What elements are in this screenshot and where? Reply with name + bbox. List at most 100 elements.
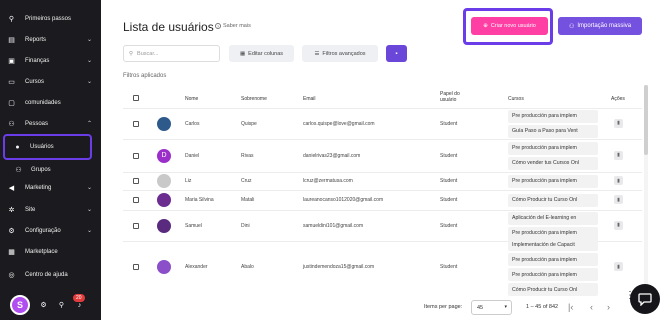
items-per-page-select[interactable]: 45 ▾: [471, 300, 512, 315]
group-icon: ⚇: [15, 167, 22, 174]
edit-columns-button[interactable]: ▦ Editar colunas: [229, 45, 294, 62]
columns-icon: ▦: [239, 50, 246, 57]
sidebar-subitem-label: Usuários: [30, 144, 54, 150]
delete-button[interactable]: ▮: [614, 262, 623, 271]
advanced-filters-button[interactable]: ☰ Filtros avançados: [302, 45, 378, 62]
people-icon: ⚇: [8, 121, 15, 128]
cell-name: Daniel: [185, 152, 200, 159]
cell-role: Student: [440, 120, 458, 127]
header-email[interactable]: Email: [303, 96, 316, 102]
delete-button[interactable]: ▮: [614, 176, 623, 185]
import-button[interactable]: ⚇ Importação massiva: [558, 17, 642, 35]
community-icon: ▢: [8, 100, 15, 107]
course-chip[interactable]: Pre producción para implem: [508, 268, 598, 281]
row-checkbox[interactable]: [133, 264, 139, 270]
support-icon[interactable]: ⚲: [57, 301, 66, 310]
first-page-icon[interactable]: |‹: [568, 302, 573, 312]
avatar: [157, 193, 171, 207]
sidebar-item-marketplace[interactable]: ▦ Marketplace: [0, 243, 101, 261]
sidebar-item-site[interactable]: ✲ Site ⌄: [0, 201, 101, 219]
chevron-down-icon: ⌄: [86, 185, 92, 191]
course-chip[interactable]: Implementación de Capacit: [508, 238, 598, 251]
course-chip[interactable]: Pre producción para implem: [508, 141, 598, 155]
delete-button[interactable]: ▮: [614, 118, 623, 128]
sidebar-item-finan-as[interactable]: ▣ Finanças ⌄: [0, 52, 101, 70]
sidebar-item-reports[interactable]: ▤ Reports ⌄: [0, 31, 101, 49]
edit-columns-label: Editar colunas: [248, 50, 284, 57]
sidebar-item-primeiros-passos[interactable]: ⚲ Primeiros passos: [0, 10, 101, 28]
sidebar-item-comunidades[interactable]: ▢ comunidades: [0, 94, 101, 112]
course-chip[interactable]: Pre producción para implem: [508, 253, 598, 266]
course-chip[interactable]: Pre producción para implem: [508, 109, 598, 123]
sidebar-item-label: Pessoas: [25, 121, 49, 127]
sidebar-item-label: Centro de ajuda: [25, 272, 68, 278]
cell-email: justindemendoza15@gmail.com: [303, 264, 375, 270]
header-name[interactable]: Nome: [185, 96, 198, 102]
row-checkbox[interactable]: [133, 197, 139, 203]
help-link[interactable]: ? Saber mais: [215, 23, 251, 29]
search-input[interactable]: ⚲ Buscar...: [123, 45, 220, 62]
row-checkbox[interactable]: [133, 178, 139, 184]
profile-avatar[interactable]: S: [10, 295, 30, 315]
advanced-filters-label: Filtros avançados: [322, 50, 366, 57]
sidebar-item-label: Cursos: [25, 79, 45, 85]
prev-page-icon[interactable]: ‹: [590, 302, 593, 312]
delete-button[interactable]: ▮: [614, 150, 623, 160]
save-icon: ▪: [395, 50, 398, 57]
cell-name: Liz: [185, 178, 192, 184]
header-role[interactable]: Papel do usuário: [440, 91, 470, 103]
course-chip[interactable]: Cómo vender tus Cursos Onl: [508, 156, 598, 170]
sidebar-footer: S ⚙ ⚲ ♪ 20: [0, 290, 101, 320]
sidebar-subitem-grupos[interactable]: ⚇ Grupos: [8, 161, 91, 179]
cell-role: Student: [440, 222, 458, 229]
items-per-page-label: Items per page:: [424, 304, 463, 310]
header-courses[interactable]: Cursos: [508, 96, 524, 102]
settings-icon[interactable]: ⚙: [39, 301, 48, 310]
select-all-checkbox[interactable]: [133, 95, 139, 101]
chevron-down-icon: ⌄: [86, 58, 92, 64]
sidebar-item-marketing[interactable]: ◀ Marketing ⌄: [0, 179, 101, 197]
create-user-button[interactable]: ⊕ Criar novo usuário: [471, 17, 548, 35]
row-checkbox[interactable]: [133, 222, 139, 229]
row-checkbox[interactable]: [133, 120, 139, 127]
search-icon: ⚲: [129, 50, 134, 57]
delete-button[interactable]: ▮: [614, 220, 623, 230]
settings-icon: ⚙: [8, 228, 15, 235]
cell-email: carlos.quispe@love@gmail.com: [303, 120, 375, 127]
table-scrollbar-thumb[interactable]: [644, 85, 648, 155]
cell-surname: Dini: [241, 222, 250, 229]
delete-button[interactable]: ▮: [614, 195, 623, 204]
avatar: [157, 218, 171, 233]
applied-filters-label: Filtros aplicados: [123, 73, 167, 79]
row-checkbox[interactable]: [133, 152, 139, 159]
cell-role: Student: [440, 178, 458, 184]
course-chip[interactable]: Cómo Producir tu Curso Onl: [508, 283, 598, 296]
create-user-label: Criar novo usuário: [490, 23, 536, 29]
course-chip[interactable]: Pre producción para implem: [508, 174, 598, 188]
sidebar-item-pessoas[interactable]: ⚇ Pessoas ⌃: [0, 115, 101, 133]
add-user-icon: ⚇: [568, 23, 575, 30]
sidebar-item-label: Configuração: [25, 228, 61, 234]
cell-role: Student: [440, 197, 458, 203]
cell-name: Samuel: [185, 222, 202, 229]
save-button[interactable]: ▪: [386, 45, 407, 62]
chevron-up-icon: ⌃: [86, 121, 92, 127]
sidebar-item-cursos[interactable]: ▭ Cursos ⌄: [0, 73, 101, 91]
cell-name: Carlos: [185, 120, 200, 127]
notification-badge: 20: [73, 294, 85, 302]
sidebar-subitem-usuarios[interactable]: ● Usuários: [3, 134, 92, 160]
user-icon: ●: [15, 143, 20, 151]
sidebar-item-label: comunidades: [25, 100, 61, 106]
cell-name: Alexander: [185, 264, 208, 270]
course-chip[interactable]: Aplicación del E-learning en: [508, 211, 598, 225]
sidebar-item-centro-de-ajuda[interactable]: ◎ Centro de ajuda: [0, 266, 101, 284]
course-chip[interactable]: Cómo Producir tu Curso Onl: [508, 193, 598, 207]
next-page-icon[interactable]: ›: [607, 302, 610, 312]
cell-surname: Quispe: [241, 120, 257, 127]
sidebar-item-configura-o[interactable]: ⚙ Configuração ⌄: [0, 222, 101, 240]
help-link-label: Saber mais: [223, 23, 251, 29]
course-chip[interactable]: Guía Paso a Paso para Vent: [508, 124, 598, 138]
header-surname[interactable]: Sobrenome: [241, 96, 267, 102]
chat-button[interactable]: [630, 284, 660, 314]
search-placeholder: Buscar...: [137, 50, 159, 57]
